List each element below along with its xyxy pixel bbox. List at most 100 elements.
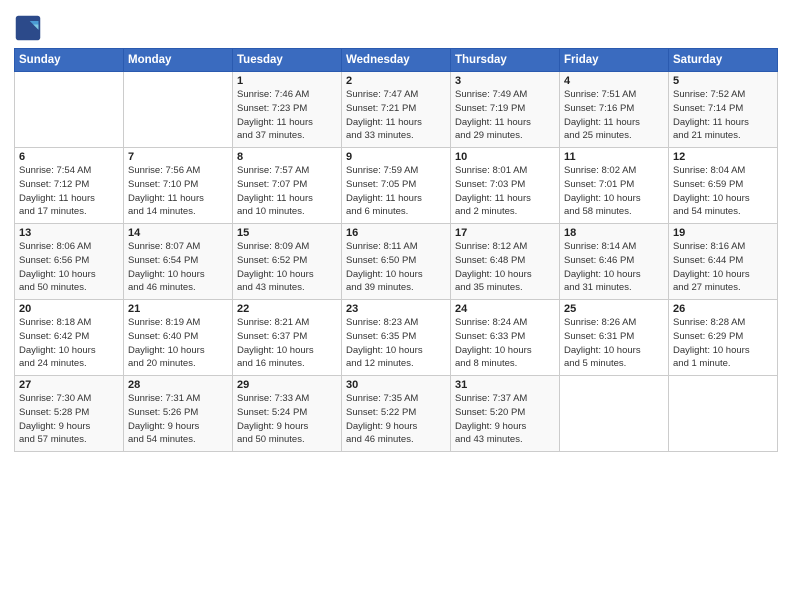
- calendar-cell: 6Sunrise: 7:54 AM Sunset: 7:12 PM Daylig…: [15, 148, 124, 224]
- calendar-cell: 31Sunrise: 7:37 AM Sunset: 5:20 PM Dayli…: [451, 376, 560, 452]
- calendar-cell: 30Sunrise: 7:35 AM Sunset: 5:22 PM Dayli…: [342, 376, 451, 452]
- day-info: Sunrise: 8:18 AM Sunset: 6:42 PM Dayligh…: [19, 316, 119, 371]
- day-number: 15: [237, 227, 337, 239]
- day-info: Sunrise: 8:07 AM Sunset: 6:54 PM Dayligh…: [128, 240, 228, 295]
- calendar-cell: 27Sunrise: 7:30 AM Sunset: 5:28 PM Dayli…: [15, 376, 124, 452]
- calendar-cell: 21Sunrise: 8:19 AM Sunset: 6:40 PM Dayli…: [124, 300, 233, 376]
- day-info: Sunrise: 7:51 AM Sunset: 7:16 PM Dayligh…: [564, 88, 664, 143]
- day-number: 18: [564, 227, 664, 239]
- calendar-week-row: 20Sunrise: 8:18 AM Sunset: 6:42 PM Dayli…: [15, 300, 778, 376]
- day-header-wednesday: Wednesday: [342, 49, 451, 72]
- calendar-cell: 16Sunrise: 8:11 AM Sunset: 6:50 PM Dayli…: [342, 224, 451, 300]
- day-info: Sunrise: 7:54 AM Sunset: 7:12 PM Dayligh…: [19, 164, 119, 219]
- calendar-cell: [669, 376, 778, 452]
- calendar-cell: 4Sunrise: 7:51 AM Sunset: 7:16 PM Daylig…: [560, 72, 669, 148]
- day-info: Sunrise: 7:31 AM Sunset: 5:26 PM Dayligh…: [128, 392, 228, 447]
- day-number: 9: [346, 151, 446, 163]
- calendar-cell: 11Sunrise: 8:02 AM Sunset: 7:01 PM Dayli…: [560, 148, 669, 224]
- day-info: Sunrise: 8:02 AM Sunset: 7:01 PM Dayligh…: [564, 164, 664, 219]
- day-info: Sunrise: 8:19 AM Sunset: 6:40 PM Dayligh…: [128, 316, 228, 371]
- day-info: Sunrise: 8:11 AM Sunset: 6:50 PM Dayligh…: [346, 240, 446, 295]
- day-number: 1: [237, 75, 337, 87]
- day-number: 27: [19, 379, 119, 391]
- day-number: 16: [346, 227, 446, 239]
- day-number: 23: [346, 303, 446, 315]
- day-number: 25: [564, 303, 664, 315]
- day-header-friday: Friday: [560, 49, 669, 72]
- day-info: Sunrise: 7:46 AM Sunset: 7:23 PM Dayligh…: [237, 88, 337, 143]
- calendar-week-row: 6Sunrise: 7:54 AM Sunset: 7:12 PM Daylig…: [15, 148, 778, 224]
- day-number: 10: [455, 151, 555, 163]
- day-number: 26: [673, 303, 773, 315]
- day-info: Sunrise: 7:57 AM Sunset: 7:07 PM Dayligh…: [237, 164, 337, 219]
- calendar-cell: 10Sunrise: 8:01 AM Sunset: 7:03 PM Dayli…: [451, 148, 560, 224]
- day-number: 4: [564, 75, 664, 87]
- day-info: Sunrise: 8:12 AM Sunset: 6:48 PM Dayligh…: [455, 240, 555, 295]
- day-number: 14: [128, 227, 228, 239]
- calendar-cell: 8Sunrise: 7:57 AM Sunset: 7:07 PM Daylig…: [233, 148, 342, 224]
- day-info: Sunrise: 7:35 AM Sunset: 5:22 PM Dayligh…: [346, 392, 446, 447]
- day-header-monday: Monday: [124, 49, 233, 72]
- calendar-cell: [15, 72, 124, 148]
- day-number: 11: [564, 151, 664, 163]
- day-info: Sunrise: 8:04 AM Sunset: 6:59 PM Dayligh…: [673, 164, 773, 219]
- day-number: 29: [237, 379, 337, 391]
- day-number: 31: [455, 379, 555, 391]
- logo: [14, 14, 44, 42]
- calendar-cell: 28Sunrise: 7:31 AM Sunset: 5:26 PM Dayli…: [124, 376, 233, 452]
- calendar-cell: 18Sunrise: 8:14 AM Sunset: 6:46 PM Dayli…: [560, 224, 669, 300]
- calendar-cell: 7Sunrise: 7:56 AM Sunset: 7:10 PM Daylig…: [124, 148, 233, 224]
- day-number: 8: [237, 151, 337, 163]
- calendar-table: SundayMondayTuesdayWednesdayThursdayFrid…: [14, 48, 778, 452]
- calendar-header-row: SundayMondayTuesdayWednesdayThursdayFrid…: [15, 49, 778, 72]
- calendar-cell: [124, 72, 233, 148]
- day-number: 30: [346, 379, 446, 391]
- day-info: Sunrise: 7:49 AM Sunset: 7:19 PM Dayligh…: [455, 88, 555, 143]
- day-number: 24: [455, 303, 555, 315]
- day-info: Sunrise: 8:09 AM Sunset: 6:52 PM Dayligh…: [237, 240, 337, 295]
- day-number: 7: [128, 151, 228, 163]
- day-header-thursday: Thursday: [451, 49, 560, 72]
- calendar-week-row: 13Sunrise: 8:06 AM Sunset: 6:56 PM Dayli…: [15, 224, 778, 300]
- day-number: 17: [455, 227, 555, 239]
- calendar-cell: 22Sunrise: 8:21 AM Sunset: 6:37 PM Dayli…: [233, 300, 342, 376]
- day-number: 3: [455, 75, 555, 87]
- day-info: Sunrise: 7:56 AM Sunset: 7:10 PM Dayligh…: [128, 164, 228, 219]
- calendar-cell: 13Sunrise: 8:06 AM Sunset: 6:56 PM Dayli…: [15, 224, 124, 300]
- day-info: Sunrise: 8:21 AM Sunset: 6:37 PM Dayligh…: [237, 316, 337, 371]
- day-info: Sunrise: 7:52 AM Sunset: 7:14 PM Dayligh…: [673, 88, 773, 143]
- day-number: 5: [673, 75, 773, 87]
- calendar-cell: 20Sunrise: 8:18 AM Sunset: 6:42 PM Dayli…: [15, 300, 124, 376]
- day-header-saturday: Saturday: [669, 49, 778, 72]
- day-info: Sunrise: 7:33 AM Sunset: 5:24 PM Dayligh…: [237, 392, 337, 447]
- calendar-cell: 15Sunrise: 8:09 AM Sunset: 6:52 PM Dayli…: [233, 224, 342, 300]
- calendar-cell: 19Sunrise: 8:16 AM Sunset: 6:44 PM Dayli…: [669, 224, 778, 300]
- calendar-cell: 24Sunrise: 8:24 AM Sunset: 6:33 PM Dayli…: [451, 300, 560, 376]
- calendar-cell: 23Sunrise: 8:23 AM Sunset: 6:35 PM Dayli…: [342, 300, 451, 376]
- day-info: Sunrise: 7:30 AM Sunset: 5:28 PM Dayligh…: [19, 392, 119, 447]
- day-info: Sunrise: 8:14 AM Sunset: 6:46 PM Dayligh…: [564, 240, 664, 295]
- day-number: 12: [673, 151, 773, 163]
- calendar-cell: 5Sunrise: 7:52 AM Sunset: 7:14 PM Daylig…: [669, 72, 778, 148]
- day-info: Sunrise: 8:06 AM Sunset: 6:56 PM Dayligh…: [19, 240, 119, 295]
- calendar-cell: 1Sunrise: 7:46 AM Sunset: 7:23 PM Daylig…: [233, 72, 342, 148]
- calendar-cell: 17Sunrise: 8:12 AM Sunset: 6:48 PM Dayli…: [451, 224, 560, 300]
- day-number: 28: [128, 379, 228, 391]
- day-info: Sunrise: 8:28 AM Sunset: 6:29 PM Dayligh…: [673, 316, 773, 371]
- day-number: 13: [19, 227, 119, 239]
- calendar-cell: 26Sunrise: 8:28 AM Sunset: 6:29 PM Dayli…: [669, 300, 778, 376]
- day-info: Sunrise: 7:59 AM Sunset: 7:05 PM Dayligh…: [346, 164, 446, 219]
- day-number: 2: [346, 75, 446, 87]
- day-info: Sunrise: 8:16 AM Sunset: 6:44 PM Dayligh…: [673, 240, 773, 295]
- day-header-tuesday: Tuesday: [233, 49, 342, 72]
- day-number: 21: [128, 303, 228, 315]
- day-info: Sunrise: 7:47 AM Sunset: 7:21 PM Dayligh…: [346, 88, 446, 143]
- calendar-cell: 12Sunrise: 8:04 AM Sunset: 6:59 PM Dayli…: [669, 148, 778, 224]
- day-number: 19: [673, 227, 773, 239]
- calendar-cell: 25Sunrise: 8:26 AM Sunset: 6:31 PM Dayli…: [560, 300, 669, 376]
- day-info: Sunrise: 8:23 AM Sunset: 6:35 PM Dayligh…: [346, 316, 446, 371]
- calendar-cell: 14Sunrise: 8:07 AM Sunset: 6:54 PM Dayli…: [124, 224, 233, 300]
- day-header-sunday: Sunday: [15, 49, 124, 72]
- day-number: 6: [19, 151, 119, 163]
- day-number: 22: [237, 303, 337, 315]
